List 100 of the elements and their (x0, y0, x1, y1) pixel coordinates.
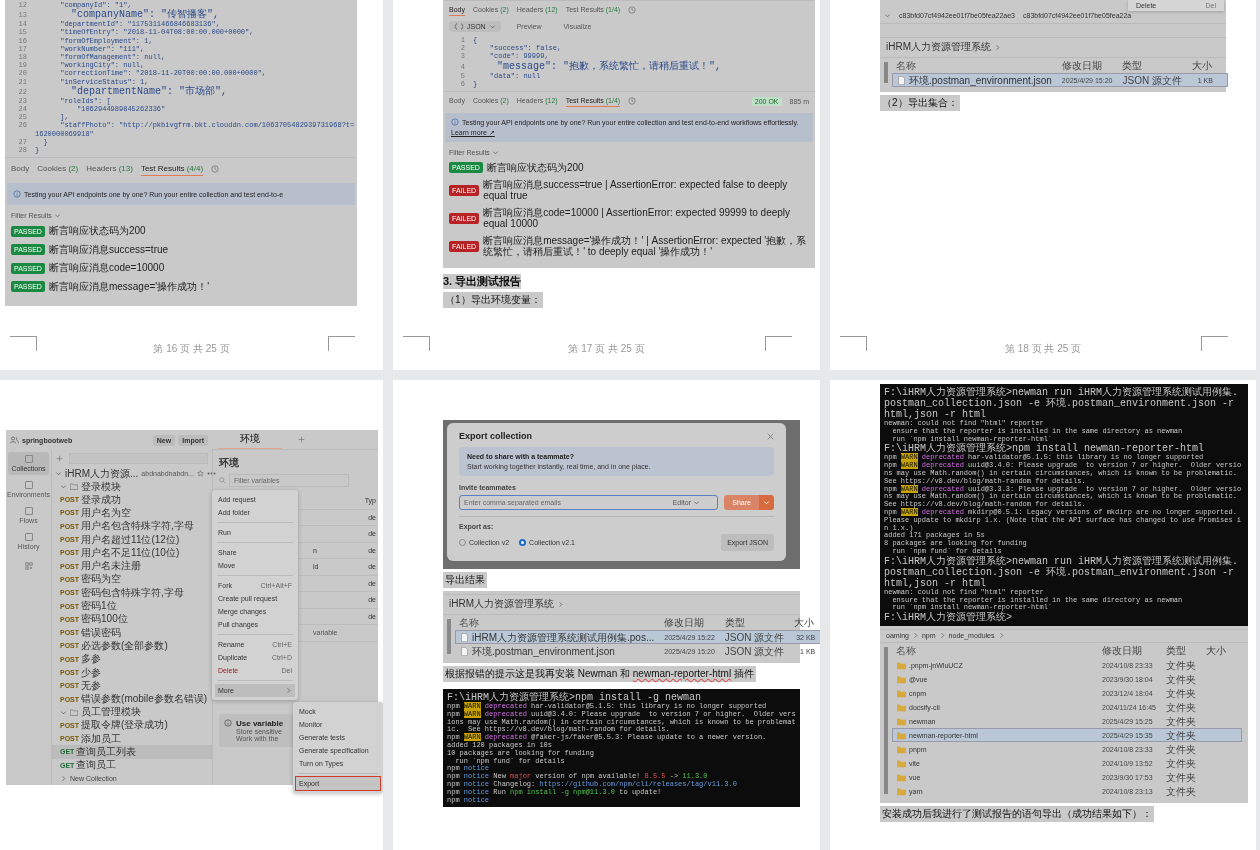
chevron-icon (994, 43, 1001, 51)
scrollbar[interactable] (884, 62, 888, 83)
file-type: 文件夹 (1166, 743, 1197, 755)
page-number: 第 16 页 共 25 页 (153, 342, 230, 356)
breadcrumb-item[interactable]: iHRM人力资源管理系统 (886, 40, 991, 54)
crop-mark (840, 336, 867, 351)
file-type: 文件夹 (1166, 715, 1197, 727)
column-header[interactable]: 名称 (896, 60, 1062, 71)
braces-icon (454, 23, 464, 30)
file-type: 文件夹 (1166, 673, 1197, 685)
column-header[interactable]: 类型 (724, 617, 795, 628)
test-result-text: 断言响应消息code=10000 (48, 262, 165, 274)
crop-mark (765, 336, 792, 351)
environment-tab[interactable]: 环境 (218, 430, 282, 449)
info-icon (13, 190, 21, 199)
configure-icon[interactable] (24, 562, 33, 570)
chevron-icon (693, 499, 700, 506)
chevron-icon (938, 632, 946, 640)
code-line: "companyName": "传智播客", (71, 9, 220, 21)
more-icon[interactable] (206, 472, 216, 475)
chevron-icon (557, 600, 564, 608)
paragraph: 安装成功后我进行了测试报告的语句导出（成功结果如下）： (880, 806, 1154, 823)
column-header[interactable]: 类型 (1166, 645, 1206, 657)
tip-title: Use variable (236, 718, 284, 728)
code-line: "departmentName": "市场部", (70, 85, 228, 97)
file-type: 文件夹 (1166, 701, 1197, 713)
test-result-text: 断言响应消息code=10000 | AssertionError: expected 99999 to deeply equal 10000 (483, 206, 792, 230)
star-icon[interactable] (196, 470, 204, 477)
column-header[interactable]: 大小 (1191, 60, 1224, 71)
scrollbar[interactable] (447, 619, 451, 654)
chevron-icon (491, 149, 499, 156)
folder-icon (70, 708, 78, 716)
column-header[interactable]: 修改日期 (664, 617, 725, 628)
crop-mark (10, 336, 37, 351)
search-icon (219, 477, 226, 484)
file-type: JSON 源文件 (724, 631, 786, 643)
dialog-title: Export collection (459, 431, 532, 441)
response-tab[interactable]: Cookies (2) (37, 162, 79, 177)
add-icon[interactable] (56, 455, 63, 462)
chevron-icon (884, 12, 891, 19)
info-icon (224, 719, 232, 727)
chevron-icon (488, 23, 496, 30)
file-type: 文件夹 (1166, 659, 1197, 671)
file-type: 文件夹 (1166, 785, 1197, 797)
share-menu-button[interactable] (759, 495, 774, 510)
file-icon (897, 75, 906, 85)
file-type: 文件夹 (1166, 687, 1197, 699)
terminal-line: F:\iHRM人力资源管理系统>npm install newman-reporter-html (884, 443, 1206, 455)
history-icon[interactable] (628, 6, 637, 14)
crop-mark (1201, 336, 1228, 351)
response-tab[interactable]: Test Results (4/4) (140, 162, 204, 177)
terminal-line: F:\iHRM人力资源管理系统>npm install -g newman (447, 692, 702, 703)
terminal-line: F:\iHRM人力资源管理系统> (884, 612, 1012, 624)
file-name: 环境.postman_environment.json (472, 645, 615, 657)
folder-name[interactable]: 登录模块 (81, 479, 121, 494)
column-header[interactable]: 名称 (896, 645, 1102, 657)
file-type: 文件夹 (1166, 771, 1197, 783)
close-icon[interactable] (767, 432, 774, 440)
terminal-line: F:\iHRM人力资源管理系统>newman run iHRM人力资源管理系统测试用例集.postman_collection.json -e 环境.postman_environment.json -r html,json -r html (884, 387, 1240, 420)
response-tab[interactable]: Body (11, 162, 30, 177)
collection-name[interactable]: iHRM人力资源... (65, 466, 139, 481)
info-icon (451, 118, 459, 126)
paragraph: 导出结果 (443, 572, 487, 588)
column-header[interactable]: 大小 (1206, 645, 1238, 657)
chevron-icon (53, 212, 61, 220)
file-name: iHRM人力资源管理系统测试用例集.pos... (472, 631, 655, 643)
page-number: 第 17 页 共 25 页 (568, 342, 645, 356)
column-header[interactable]: 大小 (794, 617, 820, 628)
column-header[interactable]: 名称 (459, 617, 665, 628)
team-icon (10, 436, 19, 444)
column-header[interactable]: 修改日期 (1061, 60, 1123, 71)
scrollbar[interactable] (884, 647, 888, 795)
column-header[interactable]: 修改日期 (1102, 645, 1166, 657)
breadcrumb-item[interactable]: iHRM人力资源管理系统 (449, 597, 554, 611)
paragraph: 根据报错的提示这是我再安装 Newman 和 newman-reporter-html 插件 (443, 666, 756, 682)
test-result-text: 断言响应消息message='操作成功！' | AssertionError: expected '抱歉，系统繁忙，请稍后重试！' to deeply equal '操作成功！' (483, 234, 808, 258)
chevron-icon (55, 470, 62, 477)
paragraph: （1）导出环境变量： (443, 291, 543, 308)
file-type: 文件夹 (1166, 729, 1197, 741)
add-tab-icon[interactable] (298, 436, 305, 443)
history-icon[interactable] (628, 97, 637, 105)
terminal-line: F:\iHRM人力资源管理系统>newman run iHRM人力资源管理系统测试用例集.postman_collection.json -e 环境.postman_environment.json -r html,json -r html (884, 555, 1240, 589)
page-number: 第 18 页 共 25 页 (1004, 342, 1082, 356)
code-line: "message": "抱歉，系统繁忙，请稍后重试！", (496, 60, 722, 72)
file-name: 环境.postman_environment.json (909, 74, 1052, 86)
crop-mark (403, 336, 430, 351)
file-type: JSON 源文件 (1122, 74, 1183, 86)
test-result-text: 断言响应消息success=true (48, 243, 169, 256)
column-header[interactable]: 类型 (1122, 60, 1192, 71)
response-tab[interactable]: Headers (13) (86, 162, 133, 177)
crop-mark (328, 336, 355, 351)
test-result-text: 断言响应状态码为200 (48, 225, 146, 237)
chevron-icon (285, 687, 292, 694)
panel-title: 环境 (219, 456, 240, 470)
history-icon[interactable] (211, 165, 220, 174)
file-type: 文件夹 (1166, 757, 1197, 769)
test-result-text: 断言响应状态码为200 (486, 162, 584, 174)
folder-name[interactable]: 员工管理模块 (81, 705, 141, 720)
section-heading: 3. 导出测试报告 (443, 273, 522, 289)
folder-icon (70, 483, 78, 490)
